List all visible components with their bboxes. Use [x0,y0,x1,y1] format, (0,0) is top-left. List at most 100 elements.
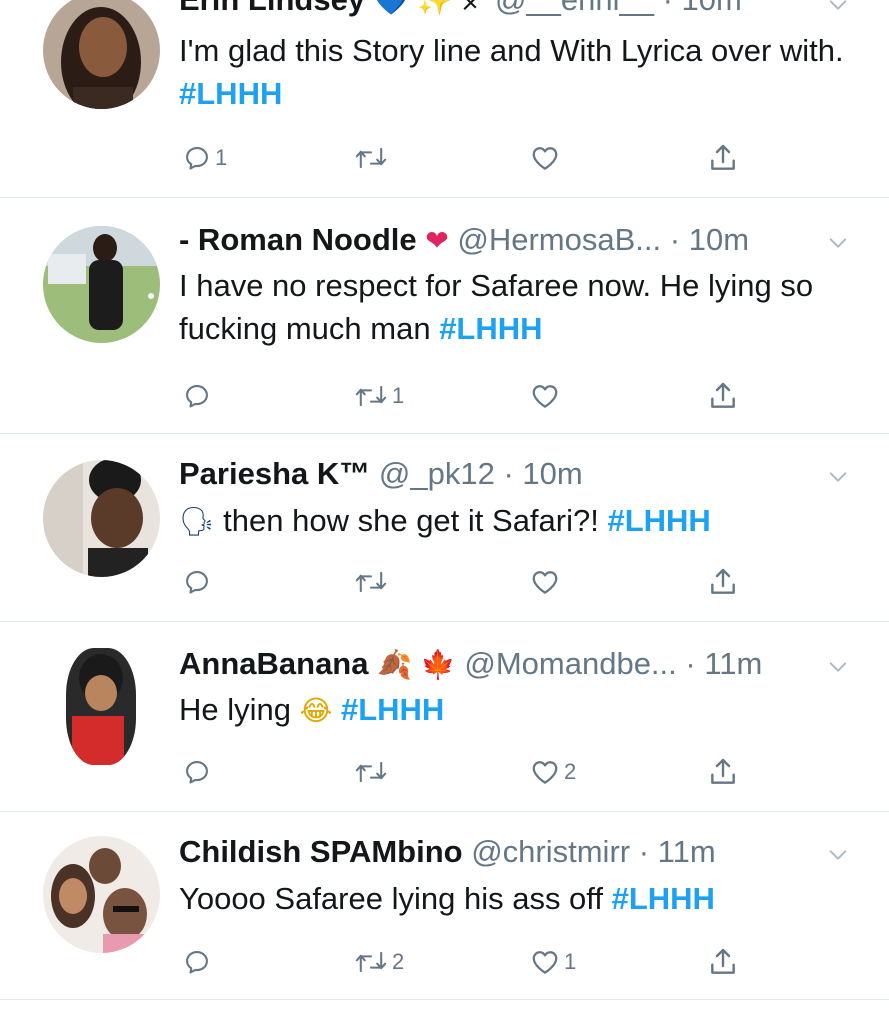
reply-icon [183,948,211,976]
share-button[interactable] [707,942,739,982]
avatar[interactable] [66,648,136,765]
share-button[interactable] [707,376,739,416]
speaking-head-emoji: 🗣 [179,505,215,538]
separator-dot: · [685,646,696,681]
display-name[interactable]: - Roman Noodle [179,222,417,257]
timeline-feed: Erin Lindsey 💙 ✨ ♐ @__erini__ · 10m I'm … [0,0,889,1024]
tweet-text: He lying 😂 #LHHH [179,688,859,732]
tweet-body: Yoooo Safaree lying his ass off [179,881,603,916]
reply-icon [183,758,211,786]
share-button[interactable] [707,138,739,178]
separator-dot: · [503,456,514,491]
like-button[interactable] [530,138,564,178]
avatar[interactable] [43,460,160,577]
tweet[interactable]: Pariesha K™ @_pk12 · 10m 🗣 then how she … [0,434,889,622]
retweet-button[interactable] [354,138,392,178]
heart-icon [530,757,560,787]
name-emojis: ❤ [425,224,449,257]
handle[interactable]: @christmirr [471,834,630,869]
heart-icon [530,143,560,173]
tweet-body: He lying [179,692,291,727]
tweet[interactable]: Childish SPAMbino @christmirr · 11m Yooo… [0,812,889,1000]
tweet-text: I'm glad this Story line and With Lyrica… [179,29,859,115]
hashtag-link[interactable]: #LHHH [341,692,444,727]
timestamp[interactable]: 10m [682,0,742,17]
tweet[interactable]: AnnaBanana 🍂 🍁 @Momandbe... · 11m He lyi… [0,622,889,812]
share-button[interactable] [707,752,739,792]
retweet-button[interactable]: 1 [354,376,404,416]
laughing-emoji: 😂 [299,694,333,727]
retweet-count: 2 [392,949,405,974]
tweet-text: Yoooo Safaree lying his ass off #LHHH [179,877,859,920]
action-bar: 1 [0,376,889,416]
separator-dot: · [663,0,673,17]
share-icon [707,142,739,174]
like-count: 1 [564,949,577,974]
like-button[interactable] [530,562,564,602]
retweet-icon [354,568,388,596]
separator-dot: · [638,834,650,869]
retweet-icon [354,948,388,976]
handle[interactable]: @HermosaB... [457,222,661,257]
reply-button[interactable] [183,752,215,792]
name-emojis: 💙 ✨ ♐ [373,0,487,17]
retweet-button[interactable] [354,562,392,602]
like-button[interactable]: 1 [530,942,576,982]
display-name[interactable]: AnnaBanana [179,646,368,681]
tweet-text: I have no respect for Safaree now. He ly… [179,264,859,350]
hashtag-link[interactable]: #LHHH [439,311,542,346]
tweet[interactable]: Erin Lindsey 💙 ✨ ♐ @__erini__ · 10m I'm … [0,0,889,198]
avatar[interactable] [43,836,160,953]
chevron-down-icon[interactable] [827,0,849,16]
reply-icon [183,144,211,172]
heart-icon [530,567,560,597]
tweet-header: Childish SPAMbino @christmirr · 11m [179,832,849,872]
reply-button[interactable] [183,376,215,416]
heart-icon [530,947,560,977]
share-button[interactable] [707,562,739,602]
share-icon [707,380,739,412]
retweet-icon [354,758,388,786]
tweet-body: I'm glad this Story line and With Lyrica… [179,33,844,68]
reply-button[interactable] [183,562,215,602]
like-button[interactable] [530,376,564,416]
tweet-header: AnnaBanana 🍂 🍁 @Momandbe... · 11m [179,644,849,684]
tweet-body: then how she get it Safari?! [223,503,599,538]
chevron-down-icon[interactable] [827,844,849,866]
display-name[interactable]: Erin Lindsey [179,0,365,17]
timestamp[interactable]: 11m [704,646,762,681]
heart-icon [530,381,560,411]
tweet[interactable]: - Roman Noodle ❤ @HermosaB... · 10m I ha… [0,198,889,434]
timestamp[interactable]: 10m [689,222,749,257]
tweet-header: - Roman Noodle ❤ @HermosaB... · 10m [179,220,849,260]
hashtag-link[interactable]: #LHHH [179,76,282,111]
reply-icon [183,568,211,596]
avatar[interactable] [43,0,160,109]
retweet-button[interactable]: 2 [354,942,404,982]
retweet-count: 1 [392,383,405,408]
timestamp[interactable]: 10m [522,456,582,491]
action-bar: 2 1 [0,942,889,982]
display-name[interactable]: Pariesha K™ [179,456,370,491]
timestamp[interactable]: 11m [658,834,716,869]
reply-button[interactable]: 1 [183,138,227,178]
hashtag-link[interactable]: #LHHH [607,503,710,538]
retweet-button[interactable] [354,752,392,792]
chevron-down-icon[interactable] [827,466,849,488]
reply-icon [183,382,211,410]
display-name[interactable]: Childish SPAMbino [179,834,463,869]
handle[interactable]: @__erini__ [495,0,654,17]
hashtag-link[interactable]: #LHHH [612,881,715,916]
chevron-down-icon[interactable] [827,656,849,678]
handle[interactable]: @_pk12 [379,456,495,491]
handle[interactable]: @Momandbe... [464,646,676,681]
avatar[interactable] [43,226,160,343]
reply-count: 1 [215,145,228,170]
action-bar: 2 [0,752,889,792]
chevron-down-icon[interactable] [827,232,849,254]
tweet-header: Pariesha K™ @_pk12 · 10m [179,454,849,494]
reply-button[interactable] [183,942,215,982]
action-bar: 1 [0,138,889,178]
name-emojis: 🍂 🍁 [377,648,456,681]
like-button[interactable]: 2 [530,752,576,792]
